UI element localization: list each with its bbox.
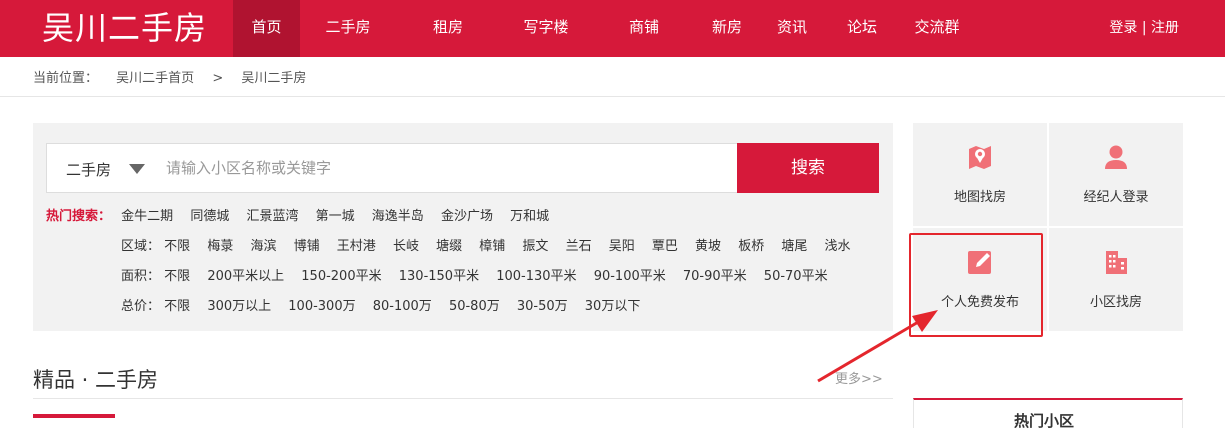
- pointer-arrow-icon: [817, 310, 938, 383]
- section-tab-indicator: [33, 414, 115, 418]
- section-title: 精品 · 二手房: [33, 368, 159, 392]
- hot-estate-title: 热门小区: [1014, 412, 1075, 430]
- hot-estate-panel: 热门小区: [913, 398, 1183, 430]
- more-link[interactable]: 更多>>: [835, 368, 883, 387]
- section-divider: [33, 398, 893, 399]
